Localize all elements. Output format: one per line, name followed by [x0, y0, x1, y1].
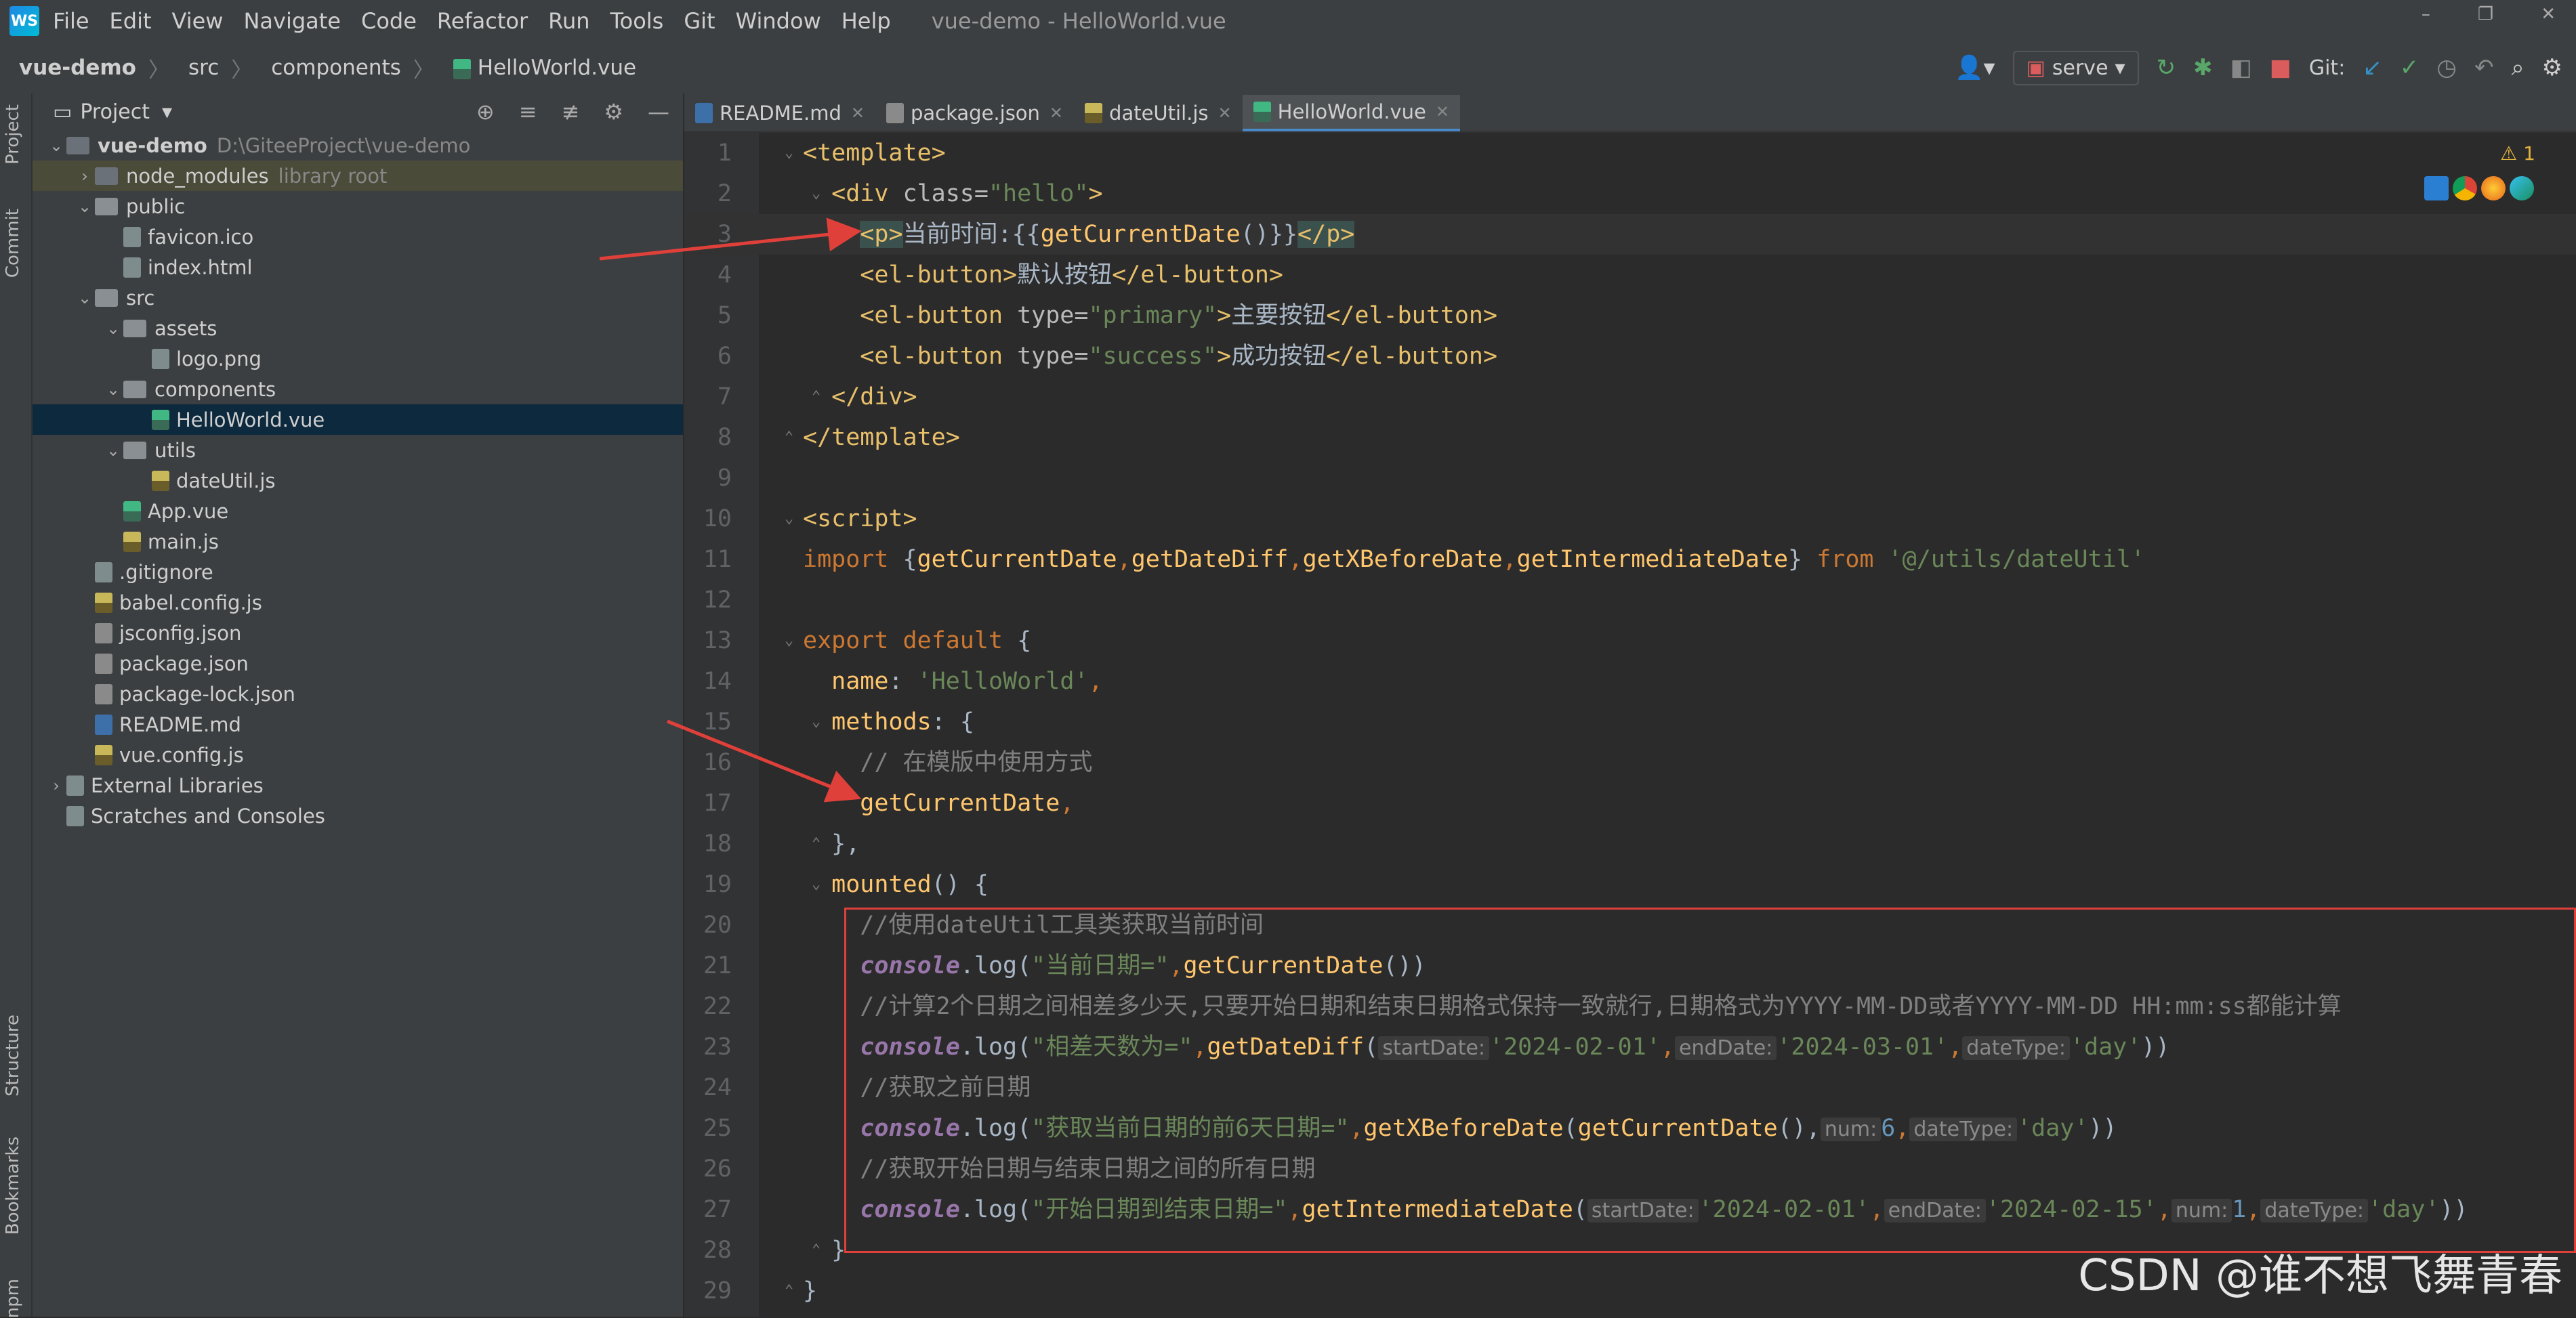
annotation-arrows	[599, 217, 862, 803]
watermark: CSDN @谁不想飞舞青春	[2078, 1251, 2562, 1301]
annotation-arrow-1	[599, 217, 862, 261]
annotation-arrow-2	[667, 719, 862, 803]
